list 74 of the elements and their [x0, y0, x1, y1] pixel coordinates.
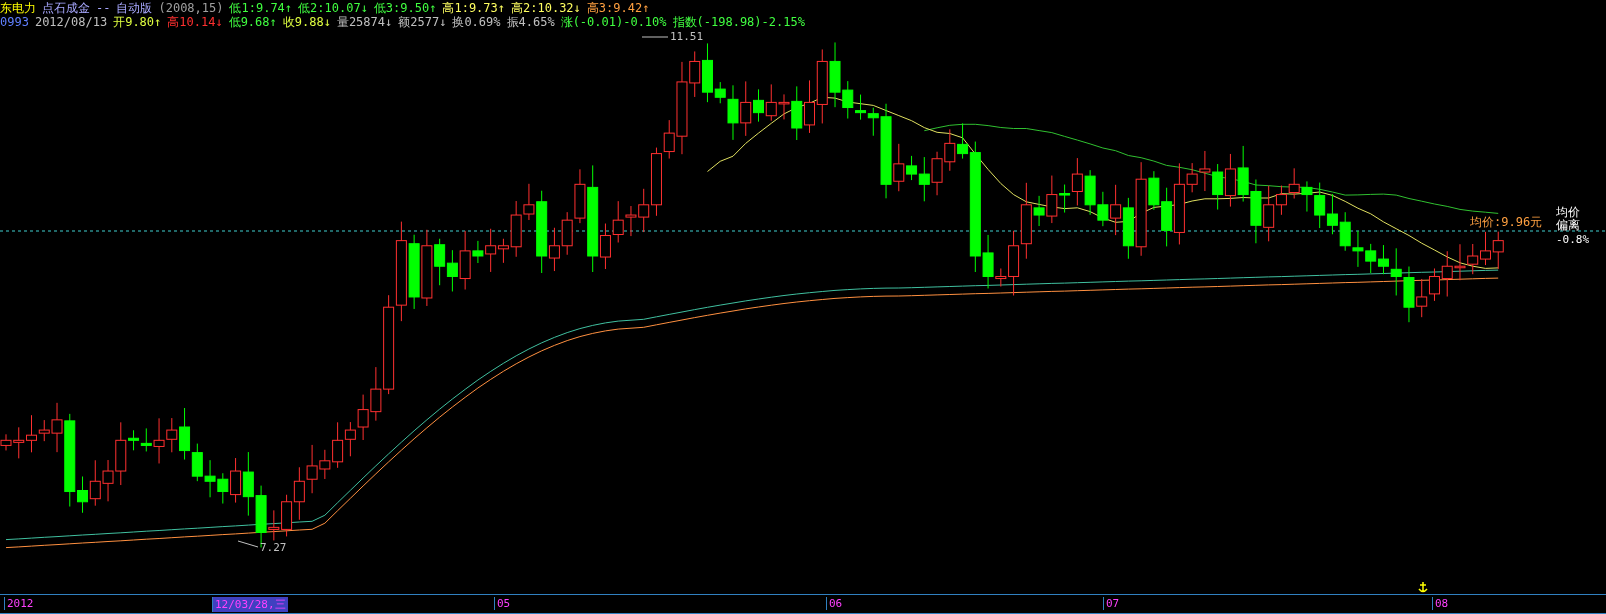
candlestick [344, 421, 356, 458]
candlestick [1428, 268, 1440, 302]
quote-text: 振4.65% [506, 14, 555, 31]
average-price-label: 均价:9.96元 [1470, 214, 1543, 232]
axis-date-label: 2012 [4, 597, 36, 611]
candlestick [931, 151, 943, 197]
header-text: 点石成金 [42, 0, 90, 17]
candlestick [612, 201, 624, 244]
header-text: 高1:9.73↑ [442, 0, 505, 16]
quote-text: 开9.80↑ [113, 14, 162, 31]
candlestick [1110, 184, 1122, 236]
axis-date-label: 05 [494, 597, 513, 611]
header-text: 低1:9.74↑ [229, 0, 293, 16]
header-text: 高2:10.32↓ [511, 0, 581, 16]
header-text: -- [96, 1, 111, 15]
axis-date-label: 06 [826, 597, 845, 611]
candlestick [1365, 243, 1377, 274]
candlestick [1416, 278, 1428, 319]
anchor-icon [1418, 581, 1428, 594]
candlestick [1454, 244, 1466, 282]
candlestick [281, 494, 293, 538]
candlestick [1326, 193, 1338, 236]
candlestick [1467, 243, 1479, 276]
quote-text: 量25874↓ [336, 14, 393, 31]
candlestick [804, 80, 815, 134]
leader-line [237, 540, 259, 548]
candlestick [1339, 212, 1351, 252]
candlestick [242, 451, 254, 517]
leader-line [641, 36, 669, 38]
candlestick [625, 205, 637, 237]
quote-text: 指数(-198.98)-2.15% [672, 13, 805, 31]
candlestick [1480, 231, 1491, 266]
header-text: 东电力 [0, 0, 36, 17]
candlestick [765, 84, 777, 122]
candlestick [944, 129, 956, 172]
candlestick [1199, 150, 1211, 192]
header-text: 低2:10.07↓ [298, 0, 368, 16]
quote-text: 低9.68↑ [228, 14, 277, 31]
deviation-title: 均价偏离 [1556, 206, 1581, 233]
header-text: 高3:9.42↑ [586, 0, 650, 16]
candlestick [1441, 251, 1453, 298]
axis-date-label: 08 [1432, 597, 1451, 611]
candlestick [89, 460, 101, 507]
quote-text: 0993 [0, 15, 29, 29]
candlestick [1403, 266, 1415, 324]
candlestick [191, 443, 203, 483]
low-price-label: 7.27 [260, 541, 287, 555]
header-text: 低3:9.50↑ [373, 0, 437, 16]
candlestick [1288, 168, 1300, 200]
axis-date-label: 12/03/28,三 [212, 597, 288, 613]
quote-text: 2012/08/13 [34, 15, 108, 29]
quote-text: 高10.14↓ [167, 14, 223, 31]
quote-text: 收9.88↓ [282, 14, 331, 31]
quote-text: 换0.69% [452, 14, 501, 31]
candlestick [1352, 230, 1364, 268]
candlestick [1492, 231, 1504, 270]
candlestick [1212, 163, 1224, 211]
candlestick [1224, 153, 1236, 208]
candlestick [561, 212, 573, 256]
axis-date-label: 07 [1103, 597, 1122, 611]
candlestick [1237, 145, 1249, 203]
quote-text: 额2577↓ [398, 14, 447, 31]
candlestick [446, 250, 458, 293]
quote-text: 涨(-0.01)-0.10% [560, 14, 667, 31]
header-text: 自动版 [116, 0, 153, 16]
candlestick [1097, 191, 1109, 228]
candlestick [1250, 179, 1262, 245]
candlestick [1084, 170, 1096, 216]
header-text: (2008,15) [158, 1, 224, 15]
candlestick [293, 467, 305, 521]
candlestick [204, 460, 216, 499]
deviation-value: -0.8% [1556, 233, 1590, 247]
candlestick [357, 394, 369, 441]
high-price-label: 11.51 [670, 30, 704, 44]
